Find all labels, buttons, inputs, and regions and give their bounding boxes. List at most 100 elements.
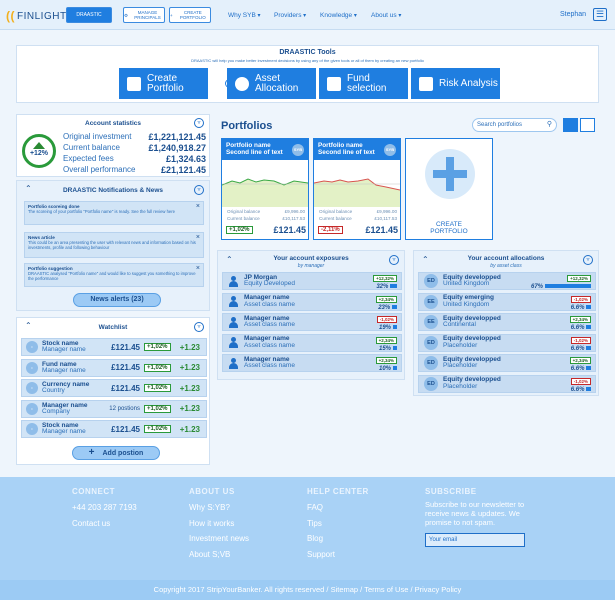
user-name[interactable]: Stephan xyxy=(560,11,586,18)
portfolios-title: Portfolios xyxy=(221,120,273,132)
close-icon[interactable]: × xyxy=(196,234,200,241)
close-icon[interactable]: × xyxy=(196,203,200,210)
footer-subscribe: SUBSCRIBE Subscribe to our newsletter to… xyxy=(425,487,537,547)
footer-link[interactable]: About S;VB xyxy=(189,547,249,563)
footer-link[interactable]: Investment news xyxy=(189,531,249,547)
allocation-row[interactable]: EE Equity emerging United Kingdom -1,02% 6.6… xyxy=(418,292,596,311)
asset-allocation-tool-button[interactable]: Asset Allocation xyxy=(227,68,316,99)
watchlist-row[interactable]: • Fund name Manager name £121.45 +1,02% +1.23 xyxy=(21,358,207,377)
footer-connect-title: CONNECT xyxy=(72,487,116,496)
notification-item[interactable]: Portfolio scoreing done The scoreing of … xyxy=(24,201,204,225)
stat-label: Expected fees xyxy=(63,154,114,163)
notification-item[interactable]: News article This could be an area prese… xyxy=(24,232,204,258)
share-bar xyxy=(586,386,591,391)
avatar: • xyxy=(26,341,38,353)
collapse-icon[interactable]: ⌃ xyxy=(25,321,32,330)
footer-link[interactable]: FAQ xyxy=(307,500,369,516)
nav-providers[interactable]: Providers xyxy=(274,12,306,19)
news-alerts-button[interactable]: News alerts (23) xyxy=(73,293,161,307)
allocation-row[interactable]: ED Equity developped United Kingdom +12,32%… xyxy=(418,272,596,290)
watchlist-item-sub: Company xyxy=(42,407,70,415)
notification-text: DRAASTIC analysed "Portfolio name" and w… xyxy=(28,271,196,281)
row-metrics: +2,34% 10% xyxy=(375,357,397,372)
portfolio-sparkline xyxy=(314,178,400,207)
nav-why-syb[interactable]: Why SYB xyxy=(228,12,261,19)
share-percent: 6.6% xyxy=(570,304,585,311)
portfolio-original: Original balance £9,996.00 xyxy=(227,209,305,214)
footer-link[interactable]: Why S:YB? xyxy=(189,500,249,516)
add-position-button[interactable]: + Add postion xyxy=(72,446,160,460)
footer-link[interactable]: Tips xyxy=(307,516,369,532)
allocation-row[interactable]: ED Equity developped Placeholder -1,02% 6.6% xyxy=(418,374,596,393)
portfolio-current: Current balance £10,117.53 xyxy=(319,216,397,221)
asset-allocation-tool-label: Asset Allocation xyxy=(255,72,299,94)
footer-about-title: ABOUT US xyxy=(189,487,235,496)
email-input[interactable]: Your email xyxy=(425,533,525,547)
risk-analysis-tool-button[interactable]: Risk Analysis xyxy=(411,68,500,99)
collapse-icon[interactable]: ⌃ xyxy=(25,184,32,193)
create-portfolio-tool-button[interactable]: Create Portfolio xyxy=(119,68,208,99)
exposure-row[interactable]: JP Morgan Equity Developed +12,32% 32% xyxy=(222,272,402,290)
close-icon[interactable]: × xyxy=(196,265,200,272)
exposure-row[interactable]: Manager name Asset class name +2,34% 23% xyxy=(222,292,402,311)
draastic-button[interactable]: DRAASTIC xyxy=(66,7,112,23)
row-label: Manager name Asset class name xyxy=(244,356,295,370)
footer-link[interactable]: Support xyxy=(307,547,369,563)
filter-icon[interactable]: ▿ xyxy=(194,118,204,128)
share-bar xyxy=(393,366,397,371)
row-sub: United Kingdom xyxy=(443,300,490,308)
filter-icon[interactable]: ▿ xyxy=(194,322,204,332)
watchlist-row[interactable]: • Stock name Manager name £121.45 +1,02% +1.2… xyxy=(21,420,207,438)
account-exposures-panel: ⌃ Your account exposures by manager ▿ JP… xyxy=(217,250,405,380)
plus-icon xyxy=(425,149,475,199)
footer-contact-link[interactable]: Contact us xyxy=(72,516,137,532)
nav-knowledge[interactable]: Knowledge xyxy=(320,12,357,19)
change-badge: -1,02% xyxy=(570,377,591,385)
exposure-row[interactable]: Manager name Asset class name +2,34% 10% xyxy=(222,354,402,372)
footer-link[interactable]: How it works xyxy=(189,516,249,532)
nav-about-us[interactable]: About us xyxy=(371,12,401,19)
share-percent: 6.6% xyxy=(570,366,585,372)
share-bar xyxy=(586,366,591,371)
row-label: JP Morgan Equity Developed xyxy=(244,274,295,288)
filter-icon[interactable]: ▿ xyxy=(583,255,593,265)
stat-label: Overall performance xyxy=(63,165,136,174)
create-portfolio-nav-button[interactable]: + CREATE PORTFOLIO xyxy=(169,7,211,23)
logo[interactable]: (( FINLIGHT xyxy=(6,9,67,23)
allocation-row[interactable]: EE Equity developped Continental +2,34% 6.6% xyxy=(418,313,596,331)
share-percent: 19% xyxy=(378,325,391,331)
watchlist-row[interactable]: • Stock name Manager name £121.45 +1,02% +1.2… xyxy=(21,338,207,356)
notification-item[interactable]: Portfolio suggestion DRAASTIC analysed "… xyxy=(24,263,204,287)
menu-icon[interactable]: ☰ xyxy=(593,8,607,21)
watchlist-row[interactable]: • Currency name Country £121.45 +1,02% +1.23 xyxy=(21,379,207,397)
list-view-icon[interactable] xyxy=(580,118,595,132)
exposure-row[interactable]: Manager name Asset class name +2,34% 15% xyxy=(222,333,402,352)
manage-principals-button[interactable]: ⚙ MANAGE PRINCIPALS xyxy=(123,7,165,23)
exposure-row[interactable]: Manager name Asset class name -1,02% 19% xyxy=(222,313,402,331)
change-badge: +2,34% xyxy=(569,316,591,323)
account-allocations-panel: ⌃ Your account allocations by asset clas… xyxy=(413,250,599,396)
portfolio-card[interactable]: Portfolio name Second line of text SYB Orig… xyxy=(313,138,401,240)
notifications-panel: ⌃ DRAASTIC Notifications & News ▿ Portfo… xyxy=(16,180,210,311)
current-balance-value: £10,117.53 xyxy=(282,216,305,221)
search-portfolios-input[interactable]: Search portfolios ⚲ xyxy=(472,118,557,132)
footer-link[interactable]: Blog xyxy=(307,531,369,547)
watchlist-value: £121.45 xyxy=(111,363,140,372)
allocation-row[interactable]: ED Equity developped Placeholder -1,02% 6.6% xyxy=(418,333,596,352)
row-sub: United Kingdom xyxy=(443,280,490,287)
watchlist-value: £121.45 xyxy=(111,342,140,352)
allocation-row[interactable]: ED Equity developped Placeholder +2,34% 6.6% xyxy=(418,354,596,372)
watchlist-row[interactable]: • Manager name Company 12 postions +1,02% +1.… xyxy=(21,399,207,418)
stat-label: Current balance xyxy=(63,143,120,152)
search-icon[interactable]: ⚲ xyxy=(547,119,552,131)
grid-view-icon[interactable] xyxy=(563,118,578,132)
filter-icon[interactable]: ▿ xyxy=(389,255,399,265)
change-badge: +1,02% xyxy=(144,404,171,413)
footer-phone[interactable]: +44 203 287 7193 xyxy=(72,500,137,516)
portfolio-card[interactable]: Portfolio name Second line of text SYB Orig… xyxy=(221,138,309,240)
filter-icon[interactable]: ▿ xyxy=(194,185,204,195)
share-percent: 15% xyxy=(378,345,391,352)
fund-selection-tool-button[interactable]: Fund selection xyxy=(319,68,408,99)
create-portfolio-card[interactable]: CREATE PORTFOLIO xyxy=(405,138,493,240)
watchlist-item: Stock name Manager name xyxy=(42,340,98,353)
